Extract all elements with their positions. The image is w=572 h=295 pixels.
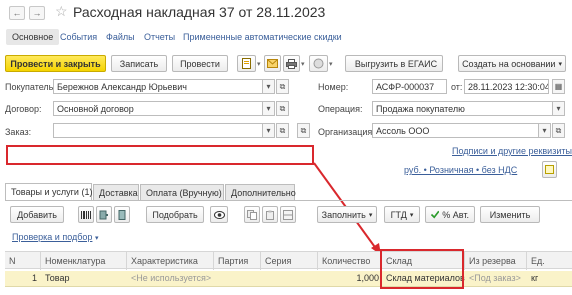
chevron-down-icon: ▾	[94, 235, 99, 242]
cell-batch[interactable]	[214, 271, 261, 286]
gtd-button[interactable]: ГТД ▾	[384, 206, 420, 223]
row-number: 1	[31, 273, 37, 283]
chevron-down-icon: ▾	[368, 211, 373, 219]
split-icon	[283, 209, 293, 220]
column-header-series[interactable]: Серия	[261, 252, 318, 270]
scan-data-button[interactable]	[114, 206, 130, 223]
table-header: N Номенклатура Характеристика Партия Сер…	[5, 251, 572, 270]
checkmark-icon	[431, 210, 440, 219]
paste-icon	[266, 210, 274, 220]
column-header-nomenclature[interactable]: Номенклатура	[41, 252, 127, 270]
eye-icon	[213, 210, 225, 219]
scanner-icon	[99, 210, 108, 219]
paste-rows-button[interactable]	[262, 206, 278, 223]
check-and-pick-link[interactable]: Проверка и подбор ▾	[12, 232, 98, 242]
copy-icon	[247, 209, 257, 220]
split-rows-button[interactable]	[280, 206, 296, 223]
chevron-down-icon: ▾	[409, 211, 414, 219]
scan-button[interactable]	[96, 206, 112, 223]
tab-goods-services[interactable]: Товары и услуги (1)	[5, 183, 92, 200]
column-header-reserve[interactable]: Из резерва	[465, 252, 527, 270]
data-collector-icon	[118, 209, 126, 220]
cell-characteristic[interactable]: <Не используется>	[127, 271, 214, 286]
barcode-icon	[81, 210, 91, 219]
column-header-unit[interactable]: Ед.	[527, 252, 572, 270]
cell-series[interactable]	[261, 271, 318, 286]
highlight-box-warehouse	[380, 249, 464, 289]
barcode-button[interactable]	[78, 206, 94, 223]
cell-unit[interactable]: кг	[527, 271, 572, 286]
cell-quantity[interactable]: 1,000	[318, 271, 382, 286]
table-row[interactable]: 1 Товар <Не используется> 1,000 Склад ма…	[5, 271, 572, 287]
tab-additional[interactable]: Дополнительно	[225, 184, 296, 200]
pick-button[interactable]: Подобрать	[146, 206, 204, 223]
column-header-quantity[interactable]: Количество	[318, 252, 382, 270]
add-row-button[interactable]: Добавить	[10, 206, 64, 223]
column-header-n[interactable]: N	[5, 252, 41, 270]
cell-reserve[interactable]: <Под заказ>	[465, 271, 527, 286]
view-button[interactable]	[210, 206, 228, 223]
auto-discount-button[interactable]: % Авт.	[425, 206, 475, 223]
tab-divider	[5, 200, 572, 201]
column-header-batch[interactable]: Партия	[214, 252, 261, 270]
column-header-characteristic[interactable]: Характеристика	[127, 252, 214, 270]
fill-button[interactable]: Заполнить ▾	[317, 206, 377, 223]
tab-delivery[interactable]: Доставка	[93, 184, 139, 200]
change-button[interactable]: Изменить	[480, 206, 540, 223]
copy-rows-button[interactable]	[244, 206, 260, 223]
cell-nomenclature[interactable]: Товар	[41, 271, 127, 286]
tab-payment[interactable]: Оплата (Вручную)	[140, 184, 224, 200]
